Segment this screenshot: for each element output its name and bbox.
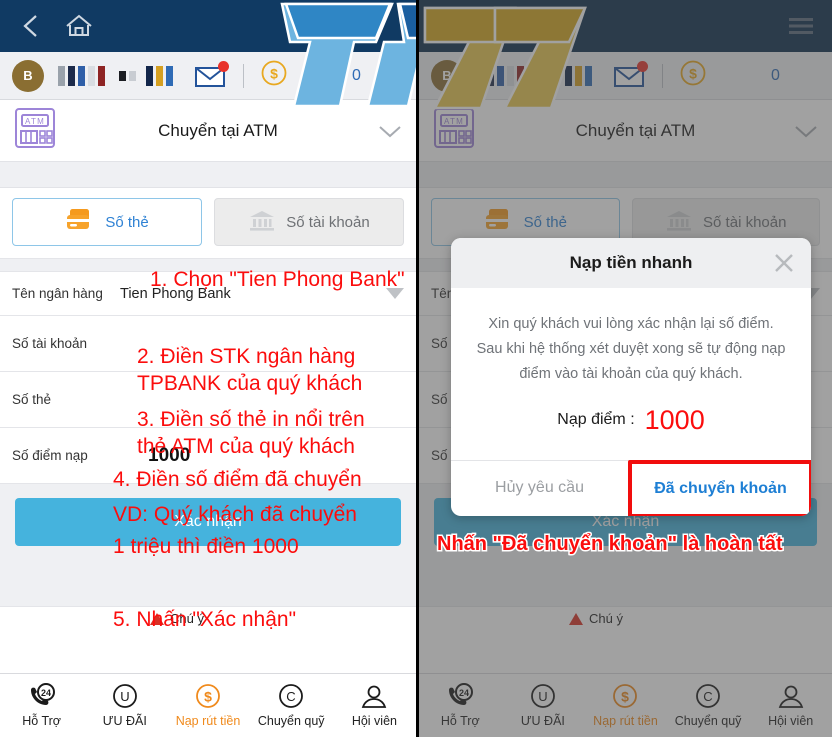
chevron-down-icon[interactable] — [376, 123, 404, 139]
member-person-icon — [362, 685, 387, 708]
tab-card-number-label: Số thẻ — [105, 213, 149, 231]
transfer-c-icon: C — [279, 684, 304, 708]
bottom-nav-label-member: Hội viên — [351, 714, 397, 728]
bottom-nav-label-support: Hỗ Trợ — [22, 714, 61, 728]
account-number-label: Số tài khoản — [12, 336, 88, 351]
account-number-row[interactable]: Số tài khoản — [0, 316, 416, 372]
dropdown-caret-icon[interactable] — [386, 288, 404, 299]
account-bar: B $ 0 — [0, 52, 416, 100]
bank-building-icon — [248, 208, 276, 236]
card-number-row[interactable]: Số thẻ — [0, 372, 416, 428]
avatar[interactable]: B — [12, 59, 44, 92]
tab-account-number-label: Số tài khoản — [286, 213, 370, 231]
atm-machine-icon: ATM — [12, 105, 60, 156]
bottom-navigation: 24 Hỗ Trợ U ƯU ĐÃI $ Nạp rút tiền C Chuy… — [0, 673, 416, 737]
credit-card-icon — [65, 207, 95, 237]
right-panel-modal-step: B $ — [416, 0, 832, 737]
bottom-nav-label-promotion: ƯU ĐÃI — [102, 714, 147, 728]
form-top-spacer — [0, 258, 416, 272]
modal-amount-row: Nạp điểm : 1000 — [473, 405, 789, 436]
already-transferred-button[interactable]: Đã chuyển khoản — [628, 459, 811, 516]
back-icon[interactable] — [14, 9, 48, 43]
close-icon[interactable] — [773, 252, 795, 274]
warning-triangle-icon — [150, 612, 164, 625]
modal-amount-label: Nạp điểm : — [557, 411, 635, 429]
top-navbar — [0, 0, 416, 52]
bottom-nav-label-deposit-withdraw: Nạp rút tiền — [175, 714, 241, 728]
card-number-label: Số thẻ — [12, 392, 52, 407]
dollar-coin-icon[interactable]: $ — [260, 59, 288, 92]
tab-card-number[interactable]: Số thẻ — [12, 198, 202, 246]
bottom-nav-item-transfer[interactable]: C Chuyển quỹ — [250, 683, 333, 728]
points-row[interactable]: Số điểm nạp 1000 — [0, 428, 416, 484]
support-24-icon: 24 — [30, 683, 55, 705]
divider — [243, 63, 244, 88]
modal-actions: Hủy yêu cầu Đã chuyển khoản — [451, 459, 811, 516]
svg-text:24: 24 — [41, 688, 51, 698]
bank-name-value: Tien Phong Bank — [120, 285, 231, 302]
quick-deposit-modal: Nạp tiền nhanh Xin quý khách vui lòng xá… — [451, 238, 811, 516]
method-selector-row[interactable]: ATM Chuyển tại ATM — [0, 100, 416, 162]
points-label: Số điểm nạp — [12, 448, 88, 463]
modal-text-line-1: Xin quý khách vui lòng xác nhận lại số đ… — [488, 316, 774, 332]
method-title: Chuyển tại ATM — [158, 120, 278, 140]
points-input[interactable]: 1000 — [120, 445, 404, 467]
section-gap — [0, 162, 416, 188]
bottom-nav-item-deposit-withdraw[interactable]: $ Nạp rút tiền — [166, 683, 249, 728]
modal-body: Xin quý khách vui lòng xác nhận lại số đ… — [451, 288, 811, 460]
svg-text:$: $ — [270, 66, 278, 82]
svg-text:C: C — [287, 689, 296, 704]
masked-username — [58, 65, 173, 86]
modal-title: Nạp tiền nhanh — [569, 253, 693, 272]
modal-header: Nạp tiền nhanh — [451, 238, 811, 288]
left-panel-form-step: B $ 0 ATM Chuyển tại ATM Số thẻ Số tài k… — [0, 0, 416, 737]
modal-text-line-3: điểm vào tài khoản của quý khách. — [519, 365, 743, 382]
submit-area: Xác nhận — [0, 484, 416, 562]
promotion-u-icon: U — [112, 684, 137, 708]
mail-unread-badge — [218, 60, 229, 72]
dollar-circle-icon: $ — [196, 684, 220, 708]
mail-icon[interactable] — [195, 60, 229, 88]
tab-account-number[interactable]: Số tài khoản — [214, 198, 404, 246]
svg-text:$: $ — [204, 689, 212, 705]
warning-text: Chú ý — [170, 611, 204, 626]
dual-panel-tutorial-screenshot: B $ 0 ATM Chuyển tại ATM Số thẻ Số tài k… — [0, 0, 832, 737]
cancel-request-button[interactable]: Hủy yêu cầu — [451, 461, 628, 516]
modal-text-line-2: Sau khi hệ thống xét duyệt xong sẽ tự độ… — [476, 340, 786, 357]
svg-text:U: U — [120, 689, 129, 704]
warning-row: Chú ý — [0, 606, 416, 630]
svg-text:ATM: ATM — [25, 117, 45, 126]
note-strip — [0, 562, 416, 606]
bottom-nav-item-promotion[interactable]: U ƯU ĐÃI — [83, 683, 166, 728]
bottom-nav-item-support[interactable]: 24 Hỗ Trợ — [0, 683, 83, 728]
balance-value: 0 — [352, 66, 361, 84]
bottom-nav-item-member[interactable]: Hội viên — [333, 683, 416, 728]
home-icon[interactable] — [62, 9, 96, 43]
bank-name-label: Tên ngân hàng — [12, 286, 103, 301]
confirm-button[interactable]: Xác nhận — [15, 498, 401, 546]
bottom-nav-label-transfer: Chuyển quỹ — [257, 714, 325, 728]
account-type-tabs: Số thẻ Số tài khoản — [0, 188, 416, 258]
bank-name-row[interactable]: Tên ngân hàng Tien Phong Bank — [0, 272, 416, 316]
modal-amount-value: 1000 — [644, 404, 705, 435]
